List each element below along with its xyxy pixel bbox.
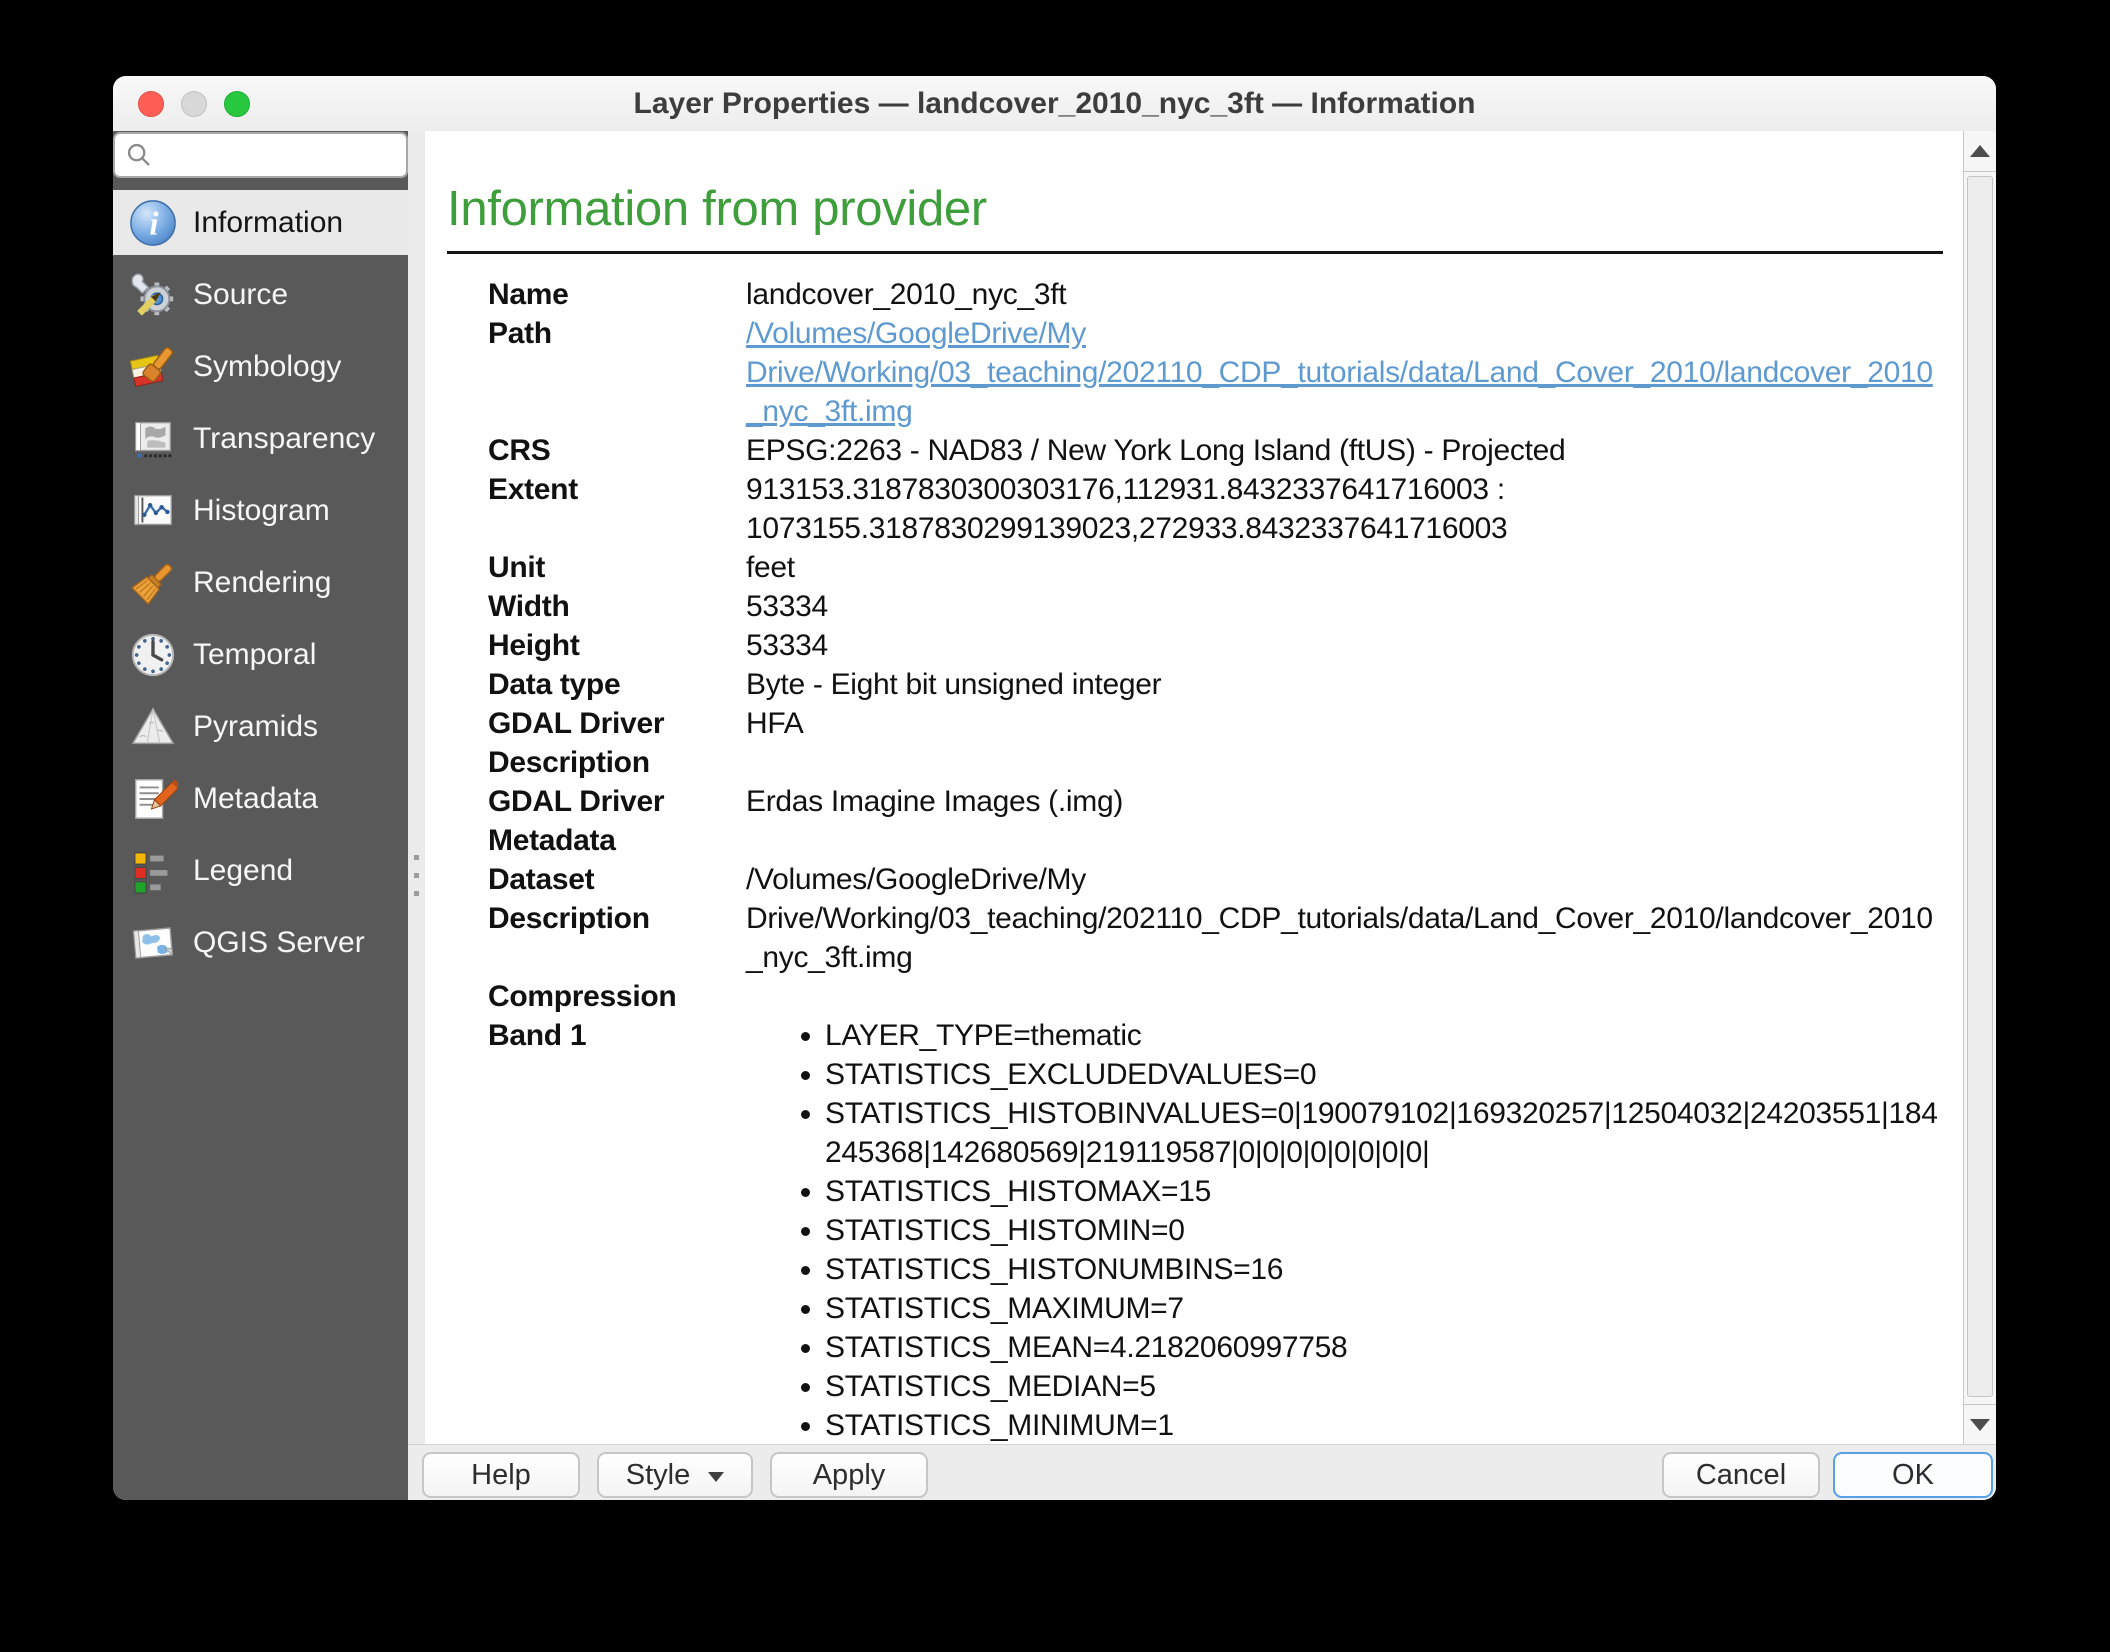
search-icon	[125, 141, 153, 169]
sidebar-item-label: Rendering	[193, 566, 331, 600]
sidebar-item-label: Metadata	[193, 782, 318, 816]
layer-properties-window: Layer Properties — landcover_2010_nyc_3f…	[113, 76, 1996, 1500]
content-scrollbar[interactable]	[1963, 131, 1996, 1445]
sidebar-item-label: Pyramids	[193, 710, 318, 744]
info-label: CRS	[488, 431, 746, 470]
scroll-down-arrow[interactable]	[1964, 1404, 1996, 1445]
sidebar-item-qgis-server[interactable]: QGIS Server	[113, 910, 408, 975]
sidebar: i Information Source Symbology Transparency H…	[113, 131, 408, 1500]
histogram-icon	[127, 485, 179, 537]
band-metadata-list: LAYER_TYPE=thematicSTATISTICS_EXCLUDEDVA…	[746, 1016, 1943, 1445]
sidebar-item-label: Histogram	[193, 494, 330, 528]
style-dropdown-button[interactable]: Style	[597, 1452, 753, 1498]
scrollbar-thumb[interactable]	[1967, 176, 1993, 1397]
titlebar: Layer Properties — landcover_2010_nyc_3f…	[113, 76, 1996, 132]
info-value: 53334	[746, 626, 1943, 665]
info-value: 53334	[746, 587, 1943, 626]
sidebar-item-label: Transparency	[193, 422, 375, 456]
apply-button[interactable]: Apply	[770, 1452, 928, 1498]
legend-icon	[127, 845, 179, 897]
cancel-button[interactable]: Cancel	[1662, 1452, 1820, 1498]
chevron-down-icon	[708, 1472, 724, 1482]
rendering-icon	[127, 557, 179, 609]
info-value: /Volumes/GoogleDrive/My Drive/Working/03…	[746, 860, 1943, 977]
info-value: 913153.3187830300303176,112931.843233764…	[746, 470, 1943, 548]
metadata-icon	[127, 773, 179, 825]
info-value: landcover_2010_nyc_3ft	[746, 275, 1943, 314]
sidebar-item-temporal[interactable]: Temporal	[113, 622, 408, 687]
band-metadata-item: STATISTICS_HISTOBINVALUES=0|190079102|16…	[825, 1094, 1943, 1172]
window-title: Layer Properties — landcover_2010_nyc_3f…	[113, 76, 1996, 131]
info-label: Data type	[488, 665, 746, 704]
temporal-icon	[127, 629, 179, 681]
band-metadata-item: STATISTICS_HISTOMAX=15	[825, 1172, 1943, 1211]
scroll-up-arrow[interactable]	[1964, 131, 1996, 172]
info-value: Byte - Eight bit unsigned integer	[746, 665, 1943, 704]
info-label: GDAL Driver Description	[488, 704, 746, 782]
info-label: Band 1	[488, 1016, 746, 1445]
sidebar-item-legend[interactable]: Legend	[113, 838, 408, 903]
info-value: /Volumes/GoogleDrive/My Drive/Working/03…	[746, 314, 1943, 431]
sidebar-item-label: Symbology	[193, 350, 341, 384]
sidebar-item-label: Information	[193, 206, 343, 240]
info-value: feet	[746, 548, 1943, 587]
band-metadata-item: STATISTICS_EXCLUDEDVALUES=0	[825, 1055, 1943, 1094]
sidebar-search[interactable]	[113, 132, 408, 178]
info-label: Compression	[488, 977, 746, 1016]
screen-background: Layer Properties — landcover_2010_nyc_3f…	[0, 0, 2110, 1652]
sidebar-search-input[interactable]	[159, 139, 406, 172]
band-metadata-item: STATISTICS_MAXIMUM=7	[825, 1289, 1943, 1328]
dialog-button-bar: Help Style Apply Cancel OK	[408, 1444, 1996, 1500]
panel-heading: Information from provider	[447, 181, 1943, 237]
info-value	[746, 977, 1943, 1016]
sidebar-item-transparency[interactable]: Transparency	[113, 406, 408, 471]
sidebar-item-histogram[interactable]: Histogram	[113, 478, 408, 543]
style-button-label: Style	[626, 1459, 690, 1492]
sidebar-item-pyramids[interactable]: Pyramids	[113, 694, 408, 759]
help-button[interactable]: Help	[422, 1452, 580, 1498]
band-metadata-item: STATISTICS_MEAN=4.2182060997758	[825, 1328, 1943, 1367]
path-link[interactable]: /Volumes/GoogleDrive/My Drive/Working/03…	[746, 317, 1933, 428]
info-label: Unit	[488, 548, 746, 587]
info-label: Name	[488, 275, 746, 314]
source-icon	[127, 269, 179, 321]
qgis-server-icon	[127, 917, 179, 969]
ok-button[interactable]: OK	[1833, 1452, 1993, 1498]
info-value: LAYER_TYPE=thematicSTATISTICS_EXCLUDEDVA…	[746, 1016, 1943, 1445]
info-value: HFA	[746, 704, 1943, 782]
band-metadata-item: LAYER_TYPE=thematic	[825, 1016, 1943, 1055]
info-value: Erdas Imagine Images (.img)	[746, 782, 1943, 860]
info-label: Width	[488, 587, 746, 626]
band-metadata-item: STATISTICS_HISTONUMBINS=16	[825, 1250, 1943, 1289]
sidebar-item-information[interactable]: i Information	[113, 190, 408, 255]
sidebar-item-symbology[interactable]: Symbology	[113, 334, 408, 399]
info-label: Extent	[488, 470, 746, 548]
info-label: GDAL Driver Metadata	[488, 782, 746, 860]
sidebar-splitter[interactable]	[408, 131, 425, 1445]
svg-text:i: i	[149, 206, 158, 242]
sidebar-nav: i Information Source Symbology Transparency H…	[113, 190, 408, 982]
sidebar-item-rendering[interactable]: Rendering	[113, 550, 408, 615]
info-value: EPSG:2263 - NAD83 / New York Long Island…	[746, 431, 1943, 470]
information-icon: i	[127, 197, 179, 249]
band-metadata-item: STATISTICS_MEDIAN=5	[825, 1367, 1943, 1406]
information-panel: Information from provider Namelandcover_…	[425, 131, 1963, 1445]
sidebar-item-metadata[interactable]: Metadata	[113, 766, 408, 831]
sidebar-item-label: QGIS Server	[193, 926, 365, 960]
transparency-icon	[127, 413, 179, 465]
band-metadata-item: STATISTICS_HISTOMIN=0	[825, 1211, 1943, 1250]
info-label: Height	[488, 626, 746, 665]
sidebar-item-label: Legend	[193, 854, 293, 888]
heading-divider	[447, 251, 1943, 254]
sidebar-item-label: Source	[193, 278, 288, 312]
pyramids-icon	[127, 701, 179, 753]
info-label: Dataset Description	[488, 860, 746, 977]
symbology-icon	[127, 341, 179, 393]
provider-info-table: Namelandcover_2010_nyc_3ftPath/Volumes/G…	[488, 275, 1943, 1445]
band-metadata-item: STATISTICS_MINIMUM=1	[825, 1406, 1943, 1445]
sidebar-item-label: Temporal	[193, 638, 316, 672]
info-label: Path	[488, 314, 746, 431]
sidebar-item-source[interactable]: Source	[113, 262, 408, 327]
